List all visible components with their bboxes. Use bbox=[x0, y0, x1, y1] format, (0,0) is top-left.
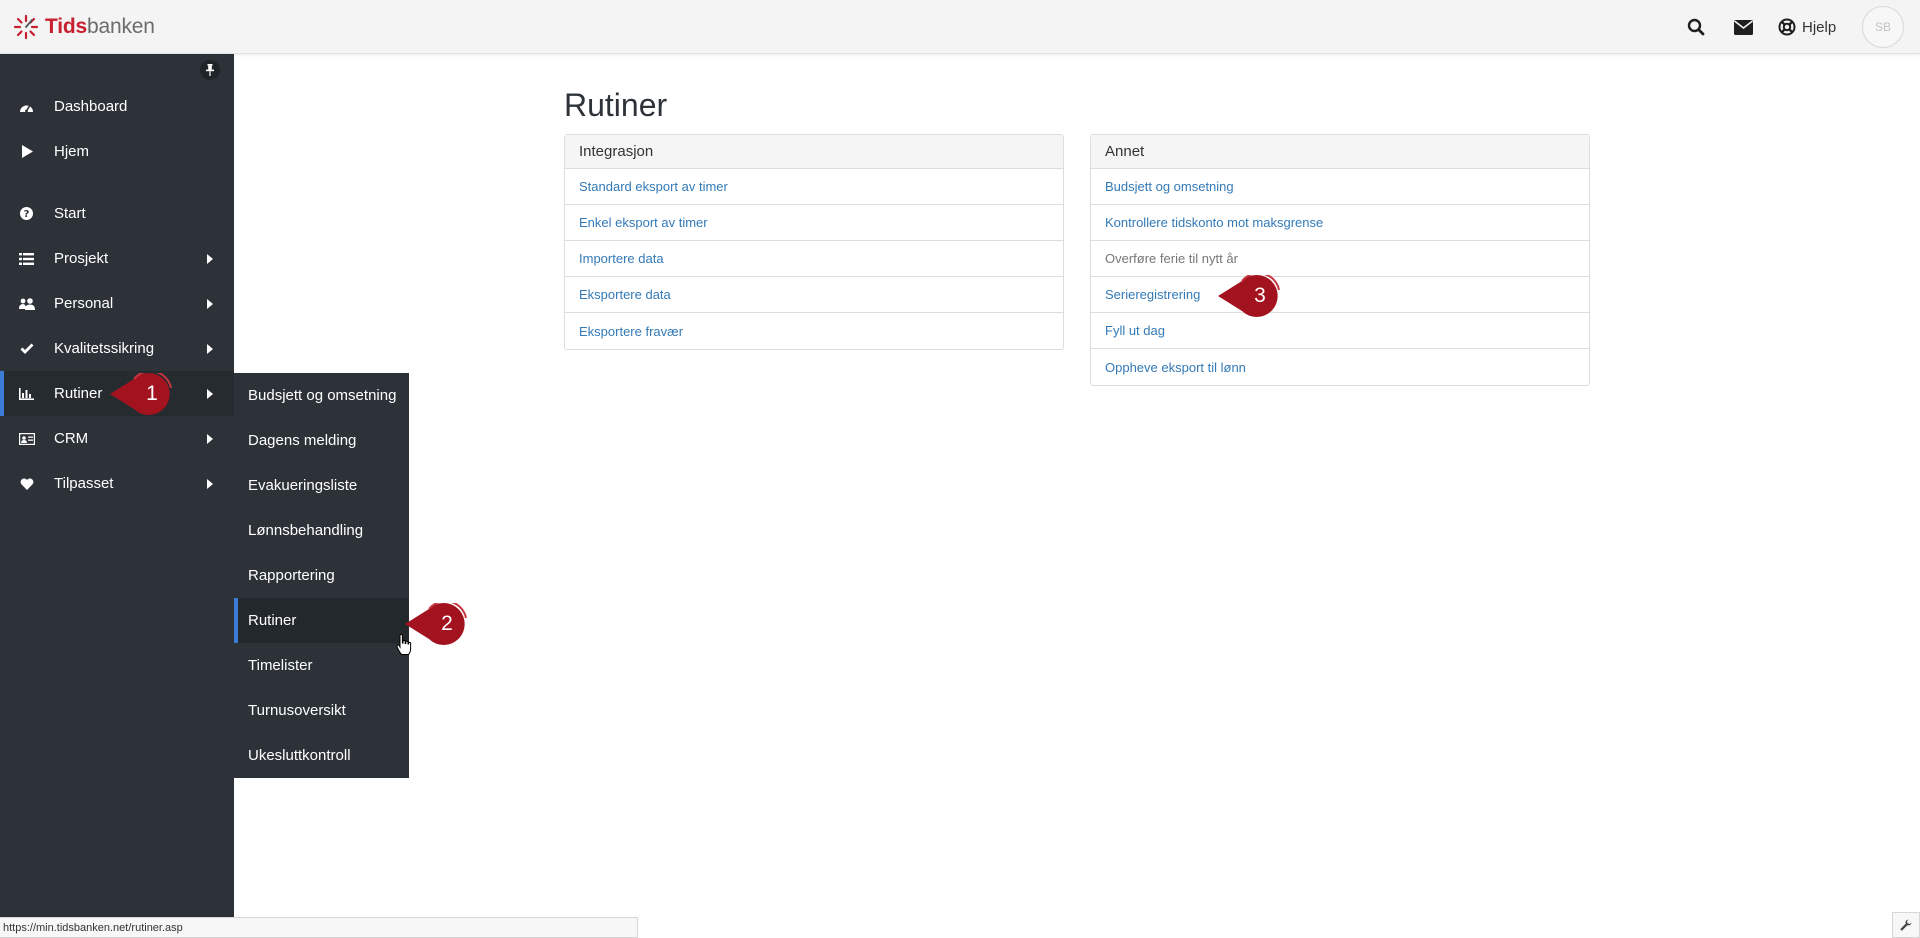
sidebar-item-kvalitetssikring[interactable]: Kvalitetssikring bbox=[0, 326, 234, 371]
dashboard-icon bbox=[18, 98, 35, 115]
panel-header: Integrasjon bbox=[565, 135, 1063, 169]
integrasjon-panel: Integrasjon Standard eksport av timer En… bbox=[564, 134, 1064, 350]
link-eksportere-fravaer[interactable]: Eksportere fravær bbox=[565, 313, 1063, 349]
tools-button[interactable] bbox=[1892, 912, 1920, 938]
link-budsjett[interactable]: Budsjett og omsetning bbox=[1091, 169, 1589, 205]
chevron-right-icon bbox=[207, 434, 213, 444]
step-callout-1: 1 bbox=[110, 373, 172, 415]
status-bar-url: https://min.tidsbanken.net/rutiner.asp bbox=[0, 917, 638, 938]
step-callout-2: 2 bbox=[405, 603, 467, 645]
submenu-item-ukesluttkontroll[interactable]: Ukesluttkontroll bbox=[234, 733, 409, 778]
submenu-item-label: Ukesluttkontroll bbox=[248, 747, 351, 764]
users-icon bbox=[18, 295, 35, 312]
link-enkel-eksport[interactable]: Enkel eksport av timer bbox=[565, 205, 1063, 241]
submenu-item-budsjett[interactable]: Budsjett og omsetning bbox=[234, 373, 409, 418]
rutiner-submenu: Budsjett og omsetning Dagens melding Eva… bbox=[234, 373, 409, 778]
logo-clock-icon bbox=[13, 14, 39, 40]
pin-icon bbox=[206, 64, 214, 76]
sidebar-item-label: Rutiner bbox=[54, 385, 103, 402]
sidebar-item-label: Prosjekt bbox=[54, 250, 109, 267]
link-importere-data[interactable]: Importere data bbox=[565, 241, 1063, 277]
check-icon bbox=[18, 340, 35, 357]
envelope-icon bbox=[1733, 19, 1753, 35]
submenu-item-timelister[interactable]: Timelister bbox=[234, 643, 409, 688]
submenu-item-rapportering[interactable]: Rapportering bbox=[234, 553, 409, 598]
sidebar-item-personal[interactable]: Personal bbox=[0, 281, 234, 326]
sidebar-item-start[interactable]: ? Start bbox=[0, 191, 234, 236]
submenu-item-lonnsbehandling[interactable]: Lønnsbehandling bbox=[234, 508, 409, 553]
sidebar-item-prosjekt[interactable]: Prosjekt bbox=[0, 236, 234, 281]
sidebar-item-label: Kvalitetssikring bbox=[54, 340, 155, 357]
sidebar-item-label: Dashboard bbox=[54, 98, 128, 115]
sidebar-item-crm[interactable]: CRM bbox=[0, 416, 234, 461]
submenu-item-label: Rutiner bbox=[248, 612, 297, 629]
help-link[interactable]: Hjelp bbox=[1778, 16, 1836, 38]
callout-number: 3 bbox=[1254, 284, 1266, 307]
sidebar-item-label: Hjem bbox=[54, 143, 90, 160]
sidebar-item-hjem[interactable]: Hjem bbox=[0, 129, 234, 174]
sidebar-item-label: CRM bbox=[54, 430, 89, 447]
callout-number: 1 bbox=[146, 382, 158, 405]
search-icon bbox=[1687, 18, 1705, 36]
chevron-right-icon bbox=[207, 479, 213, 489]
wrench-icon bbox=[1900, 919, 1912, 931]
sidebar-item-label: Tilpasset bbox=[54, 475, 114, 492]
hand-cursor-icon bbox=[396, 634, 412, 655]
page-title: Rutiner bbox=[564, 87, 668, 123]
step-callout-3: 3 bbox=[1218, 275, 1280, 317]
link-serieregistrering[interactable]: Serieregistrering bbox=[1091, 277, 1589, 313]
sidebar-item-label: Start bbox=[54, 205, 86, 222]
submenu-item-label: Budsjett og omsetning bbox=[248, 387, 397, 404]
tidsbanken-logo[interactable]: Tidsbanken bbox=[13, 14, 155, 40]
submenu-item-evakueringsliste[interactable]: Evakueringsliste bbox=[234, 463, 409, 508]
list-icon bbox=[18, 250, 35, 267]
user-avatar[interactable]: SB bbox=[1862, 6, 1904, 48]
submenu-item-turnusoversikt[interactable]: Turnusoversikt bbox=[234, 688, 409, 733]
svg-text:?: ? bbox=[24, 209, 30, 220]
logo-text-bold: Tids bbox=[45, 15, 87, 38]
submenu-item-label: Timelister bbox=[248, 657, 313, 674]
chevron-right-icon bbox=[207, 299, 213, 309]
messages-button[interactable] bbox=[1732, 16, 1754, 38]
sidebar-item-label: Personal bbox=[54, 295, 114, 312]
submenu-item-label: Dagens melding bbox=[248, 432, 357, 449]
submenu-item-label: Turnusoversikt bbox=[248, 702, 346, 719]
id-card-icon bbox=[18, 430, 35, 447]
annet-panel: Annet Budsjett og omsetning Kontrollere … bbox=[1090, 134, 1590, 386]
link-eksportere-data[interactable]: Eksportere data bbox=[565, 277, 1063, 313]
sidebar-item-tilpasset[interactable]: Tilpasset bbox=[0, 461, 234, 506]
submenu-item-label: Rapportering bbox=[248, 567, 335, 584]
sidebar-item-dashboard[interactable]: Dashboard bbox=[0, 84, 234, 129]
callout-number: 2 bbox=[441, 612, 453, 635]
bar-chart-icon bbox=[18, 385, 35, 402]
pin-sidebar-button[interactable] bbox=[200, 60, 220, 80]
link-fyll-ut-dag[interactable]: Fyll ut dag bbox=[1091, 313, 1589, 349]
submenu-item-rutiner[interactable]: Rutiner bbox=[234, 598, 409, 643]
logo-text: Tidsbanken bbox=[45, 15, 155, 39]
sidebar: Dashboard Hjem ? Start Prosjekt Personal… bbox=[0, 54, 234, 918]
lifebuoy-icon bbox=[1778, 18, 1796, 36]
logo-text-light: banken bbox=[87, 15, 155, 38]
link-oppheve-eksport[interactable]: Oppheve eksport til lønn bbox=[1091, 349, 1589, 385]
link-overfore-ferie: Overføre ferie til nytt år bbox=[1091, 241, 1589, 277]
link-kontrollere-tidskonto[interactable]: Kontrollere tidskonto mot maksgrense bbox=[1091, 205, 1589, 241]
submenu-item-dagens-melding[interactable]: Dagens melding bbox=[234, 418, 409, 463]
heart-icon bbox=[18, 475, 35, 492]
top-bar: Tidsbanken Hjelp SB bbox=[0, 0, 1920, 54]
play-icon bbox=[18, 143, 35, 160]
search-button[interactable] bbox=[1685, 16, 1707, 38]
help-label: Hjelp bbox=[1802, 18, 1837, 36]
chevron-right-icon bbox=[207, 254, 213, 264]
chevron-right-icon bbox=[207, 344, 213, 354]
submenu-item-label: Evakueringsliste bbox=[248, 477, 358, 494]
link-standard-eksport[interactable]: Standard eksport av timer bbox=[565, 169, 1063, 205]
question-circle-icon: ? bbox=[18, 205, 35, 222]
submenu-item-label: Lønnsbehandling bbox=[248, 522, 364, 539]
chevron-right-icon bbox=[207, 389, 213, 399]
panel-header: Annet bbox=[1091, 135, 1589, 169]
